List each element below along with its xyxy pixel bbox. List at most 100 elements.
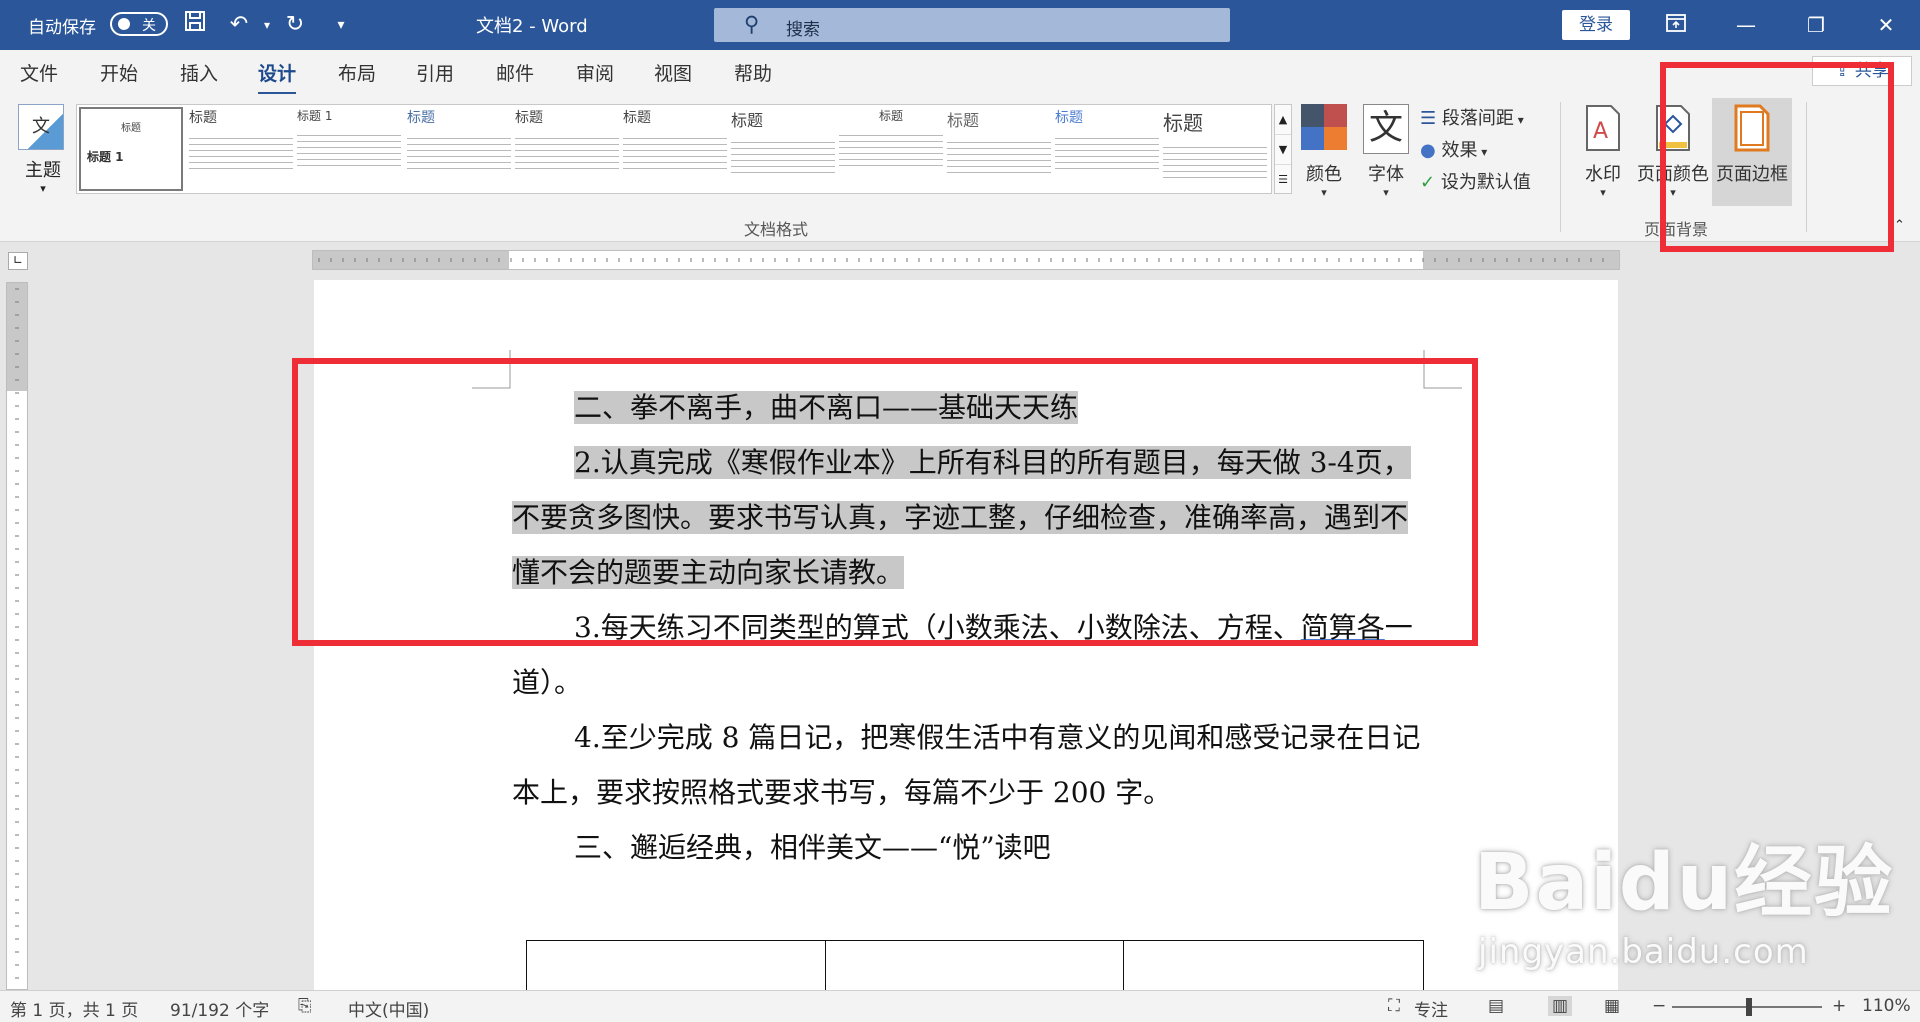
tab-design[interactable]: 设计 xyxy=(258,59,297,95)
style-thumbnail[interactable]: 标题 xyxy=(947,107,1051,191)
web-layout-icon[interactable]: ▦ xyxy=(1604,996,1620,1016)
proofing-icon[interactable]: ⎘ xyxy=(298,996,312,1016)
gallery-down-icon[interactable]: ▼ xyxy=(1275,135,1291,165)
checkmark-icon: ✓ xyxy=(1420,172,1436,193)
style-thumbnail[interactable]: 标题 xyxy=(1163,107,1267,191)
dropdown-icon: ▾ xyxy=(1513,113,1524,127)
svg-text:A: A xyxy=(1593,119,1608,144)
thumbnail-heading: 标题 xyxy=(121,123,141,134)
themes-icon: 文 xyxy=(18,104,64,150)
login-button[interactable]: 登录 xyxy=(1562,10,1630,40)
gallery-scroll[interactable]: ▲ ▼ ☰ xyxy=(1274,104,1292,194)
paragraph-spacing-icon: ☰ xyxy=(1420,108,1437,129)
thumbnail-lines xyxy=(839,130,943,170)
tab-view[interactable]: 视图 xyxy=(654,59,692,86)
colors-label: 颜色 xyxy=(1306,164,1342,185)
vertical-ruler[interactable] xyxy=(6,282,28,990)
watermark-dropdown-icon: ▾ xyxy=(1600,186,1606,199)
fonts-label: 字体 xyxy=(1368,164,1404,185)
collapse-ribbon-icon[interactable]: ⌃ xyxy=(1894,218,1905,233)
horizontal-ruler[interactable] xyxy=(312,250,1620,270)
restore-icon[interactable]: ❐ xyxy=(1796,10,1836,40)
colors-dropdown-icon: ▾ xyxy=(1321,186,1327,199)
style-thumbnail[interactable]: 标题 xyxy=(515,107,619,191)
paragraph-spacing-label: 段落间距 xyxy=(1441,108,1514,129)
colors-icon xyxy=(1301,104,1347,154)
thumbnail-heading: 标题 xyxy=(407,110,435,126)
zoom-in-icon[interactable]: + xyxy=(1832,996,1846,1016)
annotation-box-text xyxy=(292,358,1478,646)
undo-icon[interactable]: ↶ xyxy=(224,10,254,40)
tab-home[interactable]: 开始 xyxy=(100,59,138,86)
zoom-out-icon[interactable]: − xyxy=(1652,996,1666,1016)
thumbnail-heading: 标题 xyxy=(515,110,543,126)
thumbnail-heading: 标题 xyxy=(189,110,217,126)
tab-mailings[interactable]: 邮件 xyxy=(496,59,534,86)
style-thumbnail[interactable]: 标题 1 xyxy=(297,107,401,191)
autosave-state: 关 xyxy=(142,18,156,34)
read-mode-icon[interactable]: ▤ xyxy=(1488,996,1504,1016)
dropdown-icon: ▾ xyxy=(1477,145,1488,159)
thumbnail-lines xyxy=(947,137,1051,177)
page-count[interactable]: 第 1 页，共 1 页 xyxy=(10,996,138,1021)
focus-mode-label[interactable]: 专注 xyxy=(1414,996,1448,1021)
ruler-ticks xyxy=(318,258,1604,262)
thumbnail-lines xyxy=(297,130,401,170)
zoom-slider-thumb[interactable] xyxy=(1746,998,1752,1016)
style-thumbnail[interactable]: 标题 xyxy=(839,107,943,191)
word-count[interactable]: 91/192 个字 xyxy=(170,996,269,1021)
effects-button[interactable]: ● 效果 ▾ xyxy=(1420,136,1487,162)
gallery-up-icon[interactable]: ▲ xyxy=(1275,105,1291,135)
tab-selector[interactable]: ∟ xyxy=(8,252,28,270)
style-thumbnail[interactable]: 标题 xyxy=(1055,107,1159,191)
watermark-label: 水印 xyxy=(1585,164,1621,185)
redo-icon[interactable]: ↻ xyxy=(280,10,310,40)
fonts-button[interactable]: 文 字体 ▾ xyxy=(1362,104,1410,199)
minimize-icon[interactable]: — xyxy=(1726,10,1766,40)
style-thumbnail[interactable]: 标题 xyxy=(189,107,293,191)
watermark-button[interactable]: A 水印 ▾ xyxy=(1578,104,1628,199)
colors-button[interactable]: 颜色 ▾ xyxy=(1300,104,1348,199)
thumbnail-heading: 标题 xyxy=(878,109,903,123)
save-icon[interactable] xyxy=(180,10,210,40)
tab-help[interactable]: 帮助 xyxy=(734,59,772,86)
thumbnail-lines xyxy=(1055,133,1159,173)
autosave-label: 自动保存 xyxy=(28,18,96,38)
zoom-level[interactable]: 110% xyxy=(1862,996,1911,1016)
ribbon-display-icon[interactable] xyxy=(1656,10,1696,40)
tab-file[interactable]: 文件 xyxy=(20,59,58,86)
search-box[interactable]: ⚲ 搜索 xyxy=(714,8,1230,42)
paragraph-spacing-button[interactable]: ☰ 段落间距 ▾ xyxy=(1420,104,1524,130)
close-icon[interactable]: ✕ xyxy=(1866,10,1906,40)
style-thumbnail[interactable]: 标题 标题 1 xyxy=(79,107,183,191)
print-layout-icon[interactable]: ▥ xyxy=(1548,996,1573,1016)
gallery-more-icon[interactable]: ☰ xyxy=(1275,165,1291,195)
thumbnail-lines xyxy=(515,133,619,173)
themes-button[interactable]: 文 主题 ▾ xyxy=(18,104,68,195)
paragraph-item-4[interactable]: 4.至少完成 8 篇日记，把寒假生活中有意义的见闻和感受记录在日记本上，要求按照… xyxy=(512,710,1424,820)
style-thumbnail[interactable]: 标题 xyxy=(407,107,511,191)
customize-quick-access-icon[interactable]: ▾ xyxy=(326,10,356,40)
tab-insert[interactable]: 插入 xyxy=(180,59,218,86)
focus-mode-icon[interactable]: ⛶ xyxy=(1388,996,1400,1016)
annotation-box-page-borders xyxy=(1660,62,1894,252)
style-thumbnail[interactable]: 标题 xyxy=(731,107,835,191)
search-icon: ⚲ xyxy=(744,12,760,36)
thumbnail-lines xyxy=(731,137,835,177)
group-divider xyxy=(1560,102,1561,232)
thumbnail-heading: 标题 xyxy=(1055,110,1083,126)
tab-references[interactable]: 引用 xyxy=(416,59,454,86)
style-set-gallery: 标题 标题 1 标题 标题 1 标题 标题 标题 标题 标题 标题 标题 标题 xyxy=(76,104,1272,194)
search-placeholder: 搜索 xyxy=(786,20,820,40)
thumbnail-lines xyxy=(1163,142,1267,182)
language[interactable]: 中文(中国) xyxy=(348,996,429,1021)
tab-layout[interactable]: 布局 xyxy=(338,59,376,86)
undo-dropdown-icon[interactable]: ▾ xyxy=(252,10,282,40)
status-bar: 第 1 页，共 1 页 91/192 个字 ⎘ 中文(中国) ⛶ 专注 ▤ ▥ … xyxy=(0,990,1920,1022)
paragraph-heading-3[interactable]: 三、邂逅经典，相伴美文——“悦”读吧 xyxy=(512,820,1424,875)
style-thumbnail[interactable]: 标题 xyxy=(623,107,727,191)
baidu-jingyan-watermark: Baidu经验 jingyan.baidu.com xyxy=(1474,820,1894,972)
tab-review[interactable]: 审阅 xyxy=(576,59,614,86)
autosave-toggle[interactable]: 关 xyxy=(110,12,168,36)
set-default-button[interactable]: ✓ 设为默认值 xyxy=(1420,168,1531,194)
